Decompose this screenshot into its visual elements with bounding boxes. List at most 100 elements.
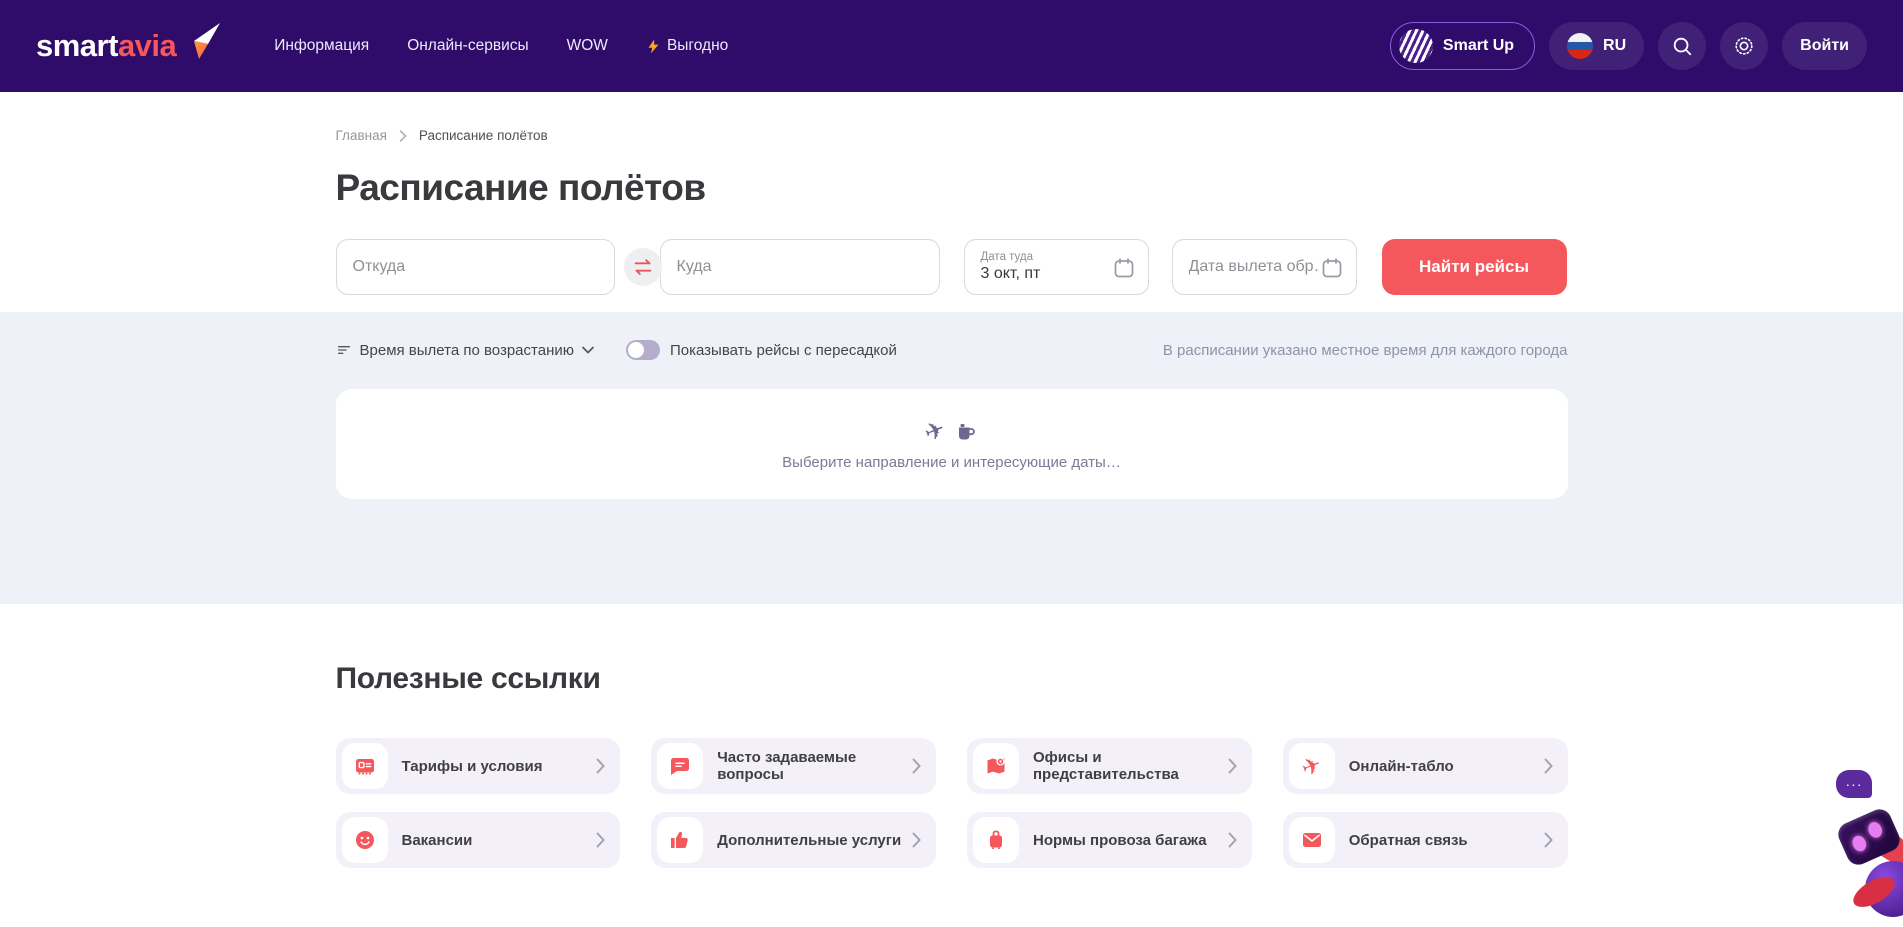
link-card-label: Дополнительные услуги bbox=[717, 832, 904, 849]
plane-icon: ✈ bbox=[921, 414, 951, 448]
chevron-right-icon bbox=[596, 758, 606, 774]
offices-icon bbox=[984, 754, 1008, 778]
logo-text-avia: avia bbox=[118, 28, 176, 63]
coffee-mug-icon bbox=[954, 420, 978, 444]
tile bbox=[973, 743, 1019, 789]
connections-toggle[interactable]: Показывать рейсы с пересадкой bbox=[626, 340, 897, 360]
useful-links-section: Полезные ссылки Тарифы и условия bbox=[0, 604, 1903, 868]
destination-input[interactable] bbox=[677, 258, 923, 276]
tile bbox=[973, 817, 1019, 863]
smartup-globe-icon bbox=[1399, 29, 1433, 63]
breadcrumb-home-link[interactable]: Главная bbox=[336, 128, 387, 143]
header: smartavia Информация Онлайн-сервисы WOW … bbox=[0, 0, 1903, 92]
find-flights-button[interactable]: Найти рейсы bbox=[1382, 239, 1567, 295]
calendar-icon bbox=[1112, 256, 1136, 280]
link-card-extra-services[interactable]: Дополнительные услуги bbox=[651, 812, 936, 868]
swap-directions-button[interactable] bbox=[624, 248, 662, 286]
link-card-feedback[interactable]: Обратная связь bbox=[1283, 812, 1568, 868]
return-date-field[interactable] bbox=[1172, 239, 1357, 295]
link-card-label: Онлайн-табло bbox=[1349, 758, 1536, 775]
feedback-icon bbox=[1300, 828, 1324, 852]
tile bbox=[342, 743, 388, 789]
departure-date-field[interactable]: Дата туда 3 окт, пт bbox=[964, 239, 1149, 295]
sort-dropdown[interactable]: Время вылета по возрастанию bbox=[336, 342, 594, 359]
nav-item-information[interactable]: Информация bbox=[274, 37, 369, 55]
calendar-icon bbox=[1320, 256, 1344, 280]
baggage-icon bbox=[984, 828, 1008, 852]
logo-text-smart: smart bbox=[36, 28, 118, 63]
extra-services-icon bbox=[668, 828, 692, 852]
tile bbox=[657, 817, 703, 863]
tile: ✈ bbox=[1289, 743, 1335, 789]
link-card-vacancies[interactable]: Вакансии bbox=[336, 812, 621, 868]
nav-item-wow[interactable]: WOW bbox=[567, 37, 608, 55]
login-button[interactable]: Войти bbox=[1782, 22, 1867, 70]
faq-icon bbox=[668, 754, 692, 778]
logo-plane-icon bbox=[182, 21, 222, 61]
nav-item-deals[interactable]: Выгодно bbox=[646, 37, 728, 55]
schedule-empty-state: ✈ Выберите направление и интересующие да… bbox=[336, 389, 1568, 499]
link-card-label: Вакансии bbox=[402, 832, 589, 849]
link-card-online-board[interactable]: ✈ Онлайн-табло bbox=[1283, 738, 1568, 794]
link-card-label: Обратная связь bbox=[1349, 832, 1536, 849]
search-icon bbox=[1671, 35, 1693, 57]
toggle-switch[interactable] bbox=[626, 340, 660, 360]
header-controls: Smart Up RU Войти bbox=[1390, 22, 1867, 70]
departure-date-value: 3 окт, пт bbox=[981, 264, 1041, 283]
empty-state-message: Выберите направление и интересующие даты… bbox=[782, 454, 1121, 471]
nav-item-online-services[interactable]: Онлайн-сервисы bbox=[407, 37, 528, 55]
search-button[interactable] bbox=[1658, 22, 1706, 70]
chevron-right-icon bbox=[912, 832, 922, 848]
link-card-baggage[interactable]: Нормы провоза багажа bbox=[967, 812, 1252, 868]
destination-field[interactable] bbox=[660, 239, 940, 295]
flight-search-form: Дата туда 3 окт, пт Найти рейсы bbox=[336, 239, 1568, 295]
return-date-input[interactable] bbox=[1189, 258, 1340, 276]
origin-field[interactable] bbox=[336, 239, 615, 295]
link-card-label: Нормы провоза багажа bbox=[1033, 832, 1220, 849]
timezone-note: В расписании указано местное время для к… bbox=[1163, 342, 1568, 359]
link-card-label: Часто задаваемые вопросы bbox=[717, 749, 904, 783]
smartup-label: Smart Up bbox=[1443, 37, 1514, 55]
sort-label: Время вылета по возрастанию bbox=[360, 342, 574, 359]
chat-bubble-button[interactable]: ··· bbox=[1836, 770, 1872, 798]
nav-label: WOW bbox=[567, 37, 608, 55]
breadcrumb-current: Расписание полётов bbox=[419, 128, 548, 143]
language-switcher[interactable]: RU bbox=[1549, 22, 1644, 70]
departure-date-label: Дата туда bbox=[981, 251, 1034, 264]
link-card-faq[interactable]: Часто задаваемые вопросы bbox=[651, 738, 936, 794]
main-nav: Информация Онлайн-сервисы WOW Выгодно bbox=[274, 37, 728, 55]
tile bbox=[657, 743, 703, 789]
smartup-button[interactable]: Smart Up bbox=[1390, 22, 1535, 70]
login-label: Войти bbox=[1800, 37, 1849, 55]
link-card-offices[interactable]: Офисы и представительства bbox=[967, 738, 1252, 794]
online-board-icon: ✈ bbox=[1298, 750, 1326, 782]
chevron-down-icon bbox=[582, 346, 594, 354]
vacancies-icon bbox=[353, 828, 377, 852]
link-card-tariffs[interactable]: Тарифы и условия bbox=[336, 738, 621, 794]
origin-input[interactable] bbox=[353, 258, 598, 276]
nav-label: Информация bbox=[274, 37, 369, 55]
language-label: RU bbox=[1603, 37, 1626, 55]
empty-state-icons: ✈ bbox=[925, 417, 977, 446]
link-card-label: Офисы и представительства bbox=[1033, 749, 1220, 783]
lightning-icon bbox=[646, 38, 661, 55]
nav-label: Выгодно bbox=[667, 37, 728, 55]
chat-mascot[interactable] bbox=[1825, 809, 1903, 927]
connections-toggle-label: Показывать рейсы с пересадкой bbox=[670, 342, 897, 359]
tile bbox=[342, 817, 388, 863]
mascot-eye bbox=[1850, 834, 1868, 854]
breadcrumb: Главная Расписание полётов bbox=[336, 92, 1568, 143]
tariffs-icon bbox=[353, 754, 377, 778]
smartavia-logo[interactable]: smartavia bbox=[36, 28, 222, 64]
sort-icon bbox=[336, 342, 352, 358]
chevron-right-icon bbox=[399, 130, 407, 142]
chevron-right-icon bbox=[912, 758, 922, 774]
useful-links-title: Полезные ссылки bbox=[336, 662, 1568, 696]
link-card-label: Тарифы и условия bbox=[402, 758, 589, 775]
theme-toggle-button[interactable] bbox=[1720, 22, 1768, 70]
swap-arrows-icon bbox=[632, 256, 654, 278]
chevron-right-icon bbox=[1228, 832, 1238, 848]
schedule-section: Время вылета по возрастанию Показывать р… bbox=[0, 312, 1903, 604]
nav-label: Онлайн-сервисы bbox=[407, 37, 528, 55]
chevron-right-icon bbox=[1544, 758, 1554, 774]
